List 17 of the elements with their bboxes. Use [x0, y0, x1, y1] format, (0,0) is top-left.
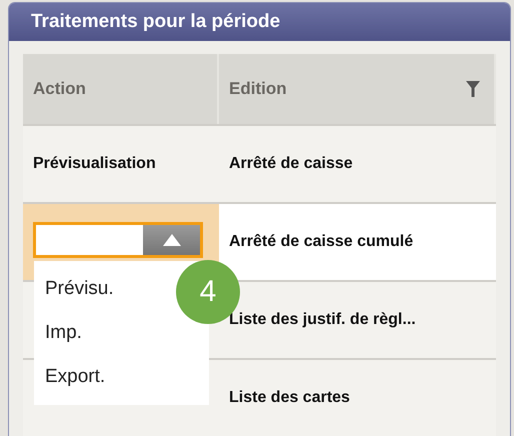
column-label: Edition: [229, 79, 287, 99]
action-combo[interactable]: [33, 222, 203, 258]
column-label: Action: [33, 79, 86, 99]
panel-title: Traitements pour la période: [9, 3, 510, 41]
filter-icon[interactable]: [466, 81, 480, 97]
column-header[interactable]: Action: [23, 54, 219, 124]
dropdown-button[interactable]: [143, 225, 200, 255]
table-cell: Liste des cartes: [219, 358, 496, 436]
table-cell: Liste des justif. de règl...: [219, 280, 496, 358]
table-cell: Prévisualisation: [23, 124, 219, 202]
column-header[interactable]: Edition: [219, 54, 496, 124]
menu-item[interactable]: Imp.: [45, 311, 82, 355]
menu-item[interactable]: Export.: [45, 355, 106, 399]
table-cell: Arrêté de caisse cumulé: [219, 202, 496, 280]
menu-item[interactable]: Prévisu.: [45, 267, 114, 311]
caret-up-icon: [162, 234, 180, 246]
table-cell: Arrêté de caisse: [219, 124, 496, 202]
